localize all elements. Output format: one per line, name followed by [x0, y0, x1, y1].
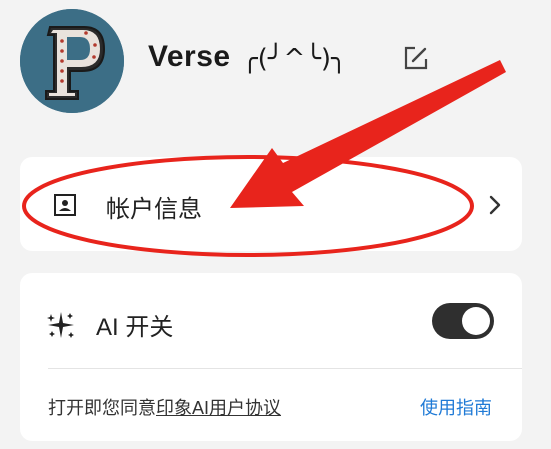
edit-profile-button[interactable] [402, 44, 430, 72]
sparkle-icon [47, 312, 74, 338]
account-card: 帐户信息 [20, 157, 522, 251]
agreement-prefix: 打开即您同意 [48, 398, 156, 418]
account-card-icon [54, 194, 76, 216]
ai-card: AI 开关 打开即您同意印象AI用户协议 使用指南 [20, 273, 522, 441]
status-kaomoji: ╭(╯^╰)╮ [242, 44, 347, 74]
ai-toggle-switch[interactable] [432, 303, 494, 339]
avatar[interactable] [20, 9, 124, 113]
account-info-row[interactable]: 帐户信息 [20, 157, 522, 251]
toggle-knob [462, 307, 490, 335]
letter-p-logo-icon [20, 9, 124, 113]
agreement-text: 打开即您同意印象AI用户协议 [48, 394, 281, 420]
user-agreement-link[interactable]: 印象AI用户协议 [156, 398, 281, 418]
username: Verse [148, 40, 231, 73]
edit-icon [404, 46, 428, 70]
ai-switch-label: AI 开关 [96, 314, 174, 341]
divider [48, 368, 522, 369]
usage-guide-link[interactable]: 使用指南 [420, 394, 492, 420]
account-info-label: 帐户信息 [106, 196, 202, 223]
chevron-right-icon [489, 195, 501, 215]
settings-page: Verse ╭(╯^╰)╮ 帐户信息 AI 开关 打开即您同意印象AI用户协议 … [0, 0, 551, 449]
